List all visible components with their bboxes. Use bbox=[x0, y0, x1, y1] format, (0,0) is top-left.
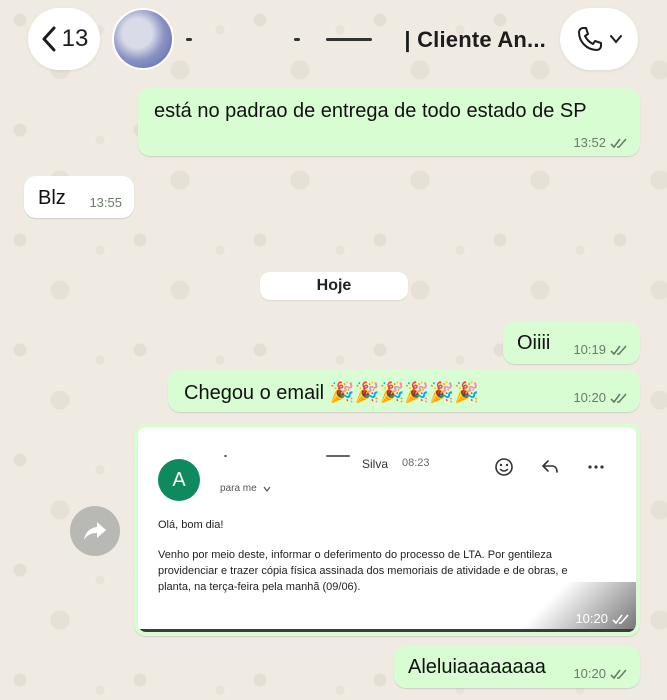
forward-icon bbox=[84, 522, 106, 540]
forward-button[interactable] bbox=[70, 506, 120, 556]
message-text: Oiiii bbox=[517, 332, 551, 354]
image-meta: 10:20 bbox=[575, 611, 630, 626]
image-bottom-line bbox=[138, 629, 636, 632]
message-text: está no padrao de entrega de todo estado… bbox=[154, 100, 587, 122]
message-meta: 13:55 bbox=[89, 195, 122, 210]
email-sent-time: 08:23 bbox=[402, 457, 430, 469]
message-text: Aleluiaaaaaaaa bbox=[408, 656, 546, 678]
day-separator: Hoje bbox=[260, 272, 408, 300]
contact-title[interactable]: | Cliente An... bbox=[186, 26, 546, 54]
message-time: 13:52 bbox=[573, 135, 606, 150]
message-time: 13:55 bbox=[89, 195, 122, 210]
contact-avatar[interactable] bbox=[112, 8, 174, 70]
message-bubble-outgoing[interactable]: Aleluiaaaaaaaa 10:20 bbox=[394, 646, 640, 688]
emoji-icon bbox=[495, 458, 513, 476]
unread-count: 13 bbox=[61, 25, 89, 52]
message-time: 10:20 bbox=[573, 390, 606, 405]
redacted-sender bbox=[222, 455, 352, 458]
email-sender-avatar: A bbox=[158, 459, 200, 501]
message-meta: 10:20 bbox=[573, 666, 628, 681]
message-text: Blz bbox=[38, 187, 66, 209]
chevron-down-icon bbox=[263, 486, 271, 492]
more-icon bbox=[588, 465, 604, 469]
double-check-icon bbox=[610, 137, 627, 148]
message-bubble-outgoing[interactable]: está no padrao de entrega de todo estado… bbox=[138, 88, 640, 156]
chat-header: 13 | Cliente An... bbox=[0, 0, 667, 80]
message-text: Chegou o email 🎉🎉🎉🎉🎉🎉 bbox=[184, 382, 480, 404]
message-time: 10:20 bbox=[573, 666, 606, 681]
email-screenshot[interactable]: A Silva 08:23 para me Olá, bom dia! Venh bbox=[138, 427, 636, 632]
double-check-icon bbox=[610, 344, 627, 355]
image-time: 10:20 bbox=[575, 611, 608, 626]
message-meta: 13:52 bbox=[573, 135, 628, 150]
contact-name: | Cliente An... bbox=[404, 27, 546, 52]
double-check-icon bbox=[610, 392, 627, 403]
message-time: 10:19 bbox=[573, 342, 606, 357]
image-message-bubble[interactable]: A Silva 08:23 para me Olá, bom dia! Venh bbox=[134, 423, 640, 636]
double-check-icon bbox=[612, 613, 629, 624]
message-meta: 10:19 bbox=[573, 342, 628, 357]
message-bubble-outgoing[interactable]: Chegou o email 🎉🎉🎉🎉🎉🎉 10:20 bbox=[168, 370, 640, 412]
email-recipient: para me bbox=[220, 483, 271, 494]
redacted-name bbox=[186, 38, 386, 42]
email-sender-name: Silva bbox=[362, 457, 389, 471]
email-actions bbox=[494, 457, 606, 477]
call-button[interactable] bbox=[560, 8, 638, 70]
message-meta: 10:20 bbox=[573, 390, 628, 405]
chevron-down-icon bbox=[610, 35, 622, 44]
chevron-left-icon bbox=[42, 26, 56, 52]
email-to-label: para me bbox=[220, 483, 257, 494]
message-bubble-incoming[interactable]: Blz 13:55 bbox=[24, 176, 134, 218]
email-greeting: Olá, bom dia! bbox=[158, 519, 224, 531]
double-check-icon bbox=[610, 668, 627, 679]
message-bubble-outgoing[interactable]: Oiiii 10:19 bbox=[503, 322, 640, 364]
reply-icon bbox=[541, 460, 558, 473]
phone-icon bbox=[578, 27, 602, 51]
back-button[interactable]: 13 bbox=[28, 8, 100, 70]
